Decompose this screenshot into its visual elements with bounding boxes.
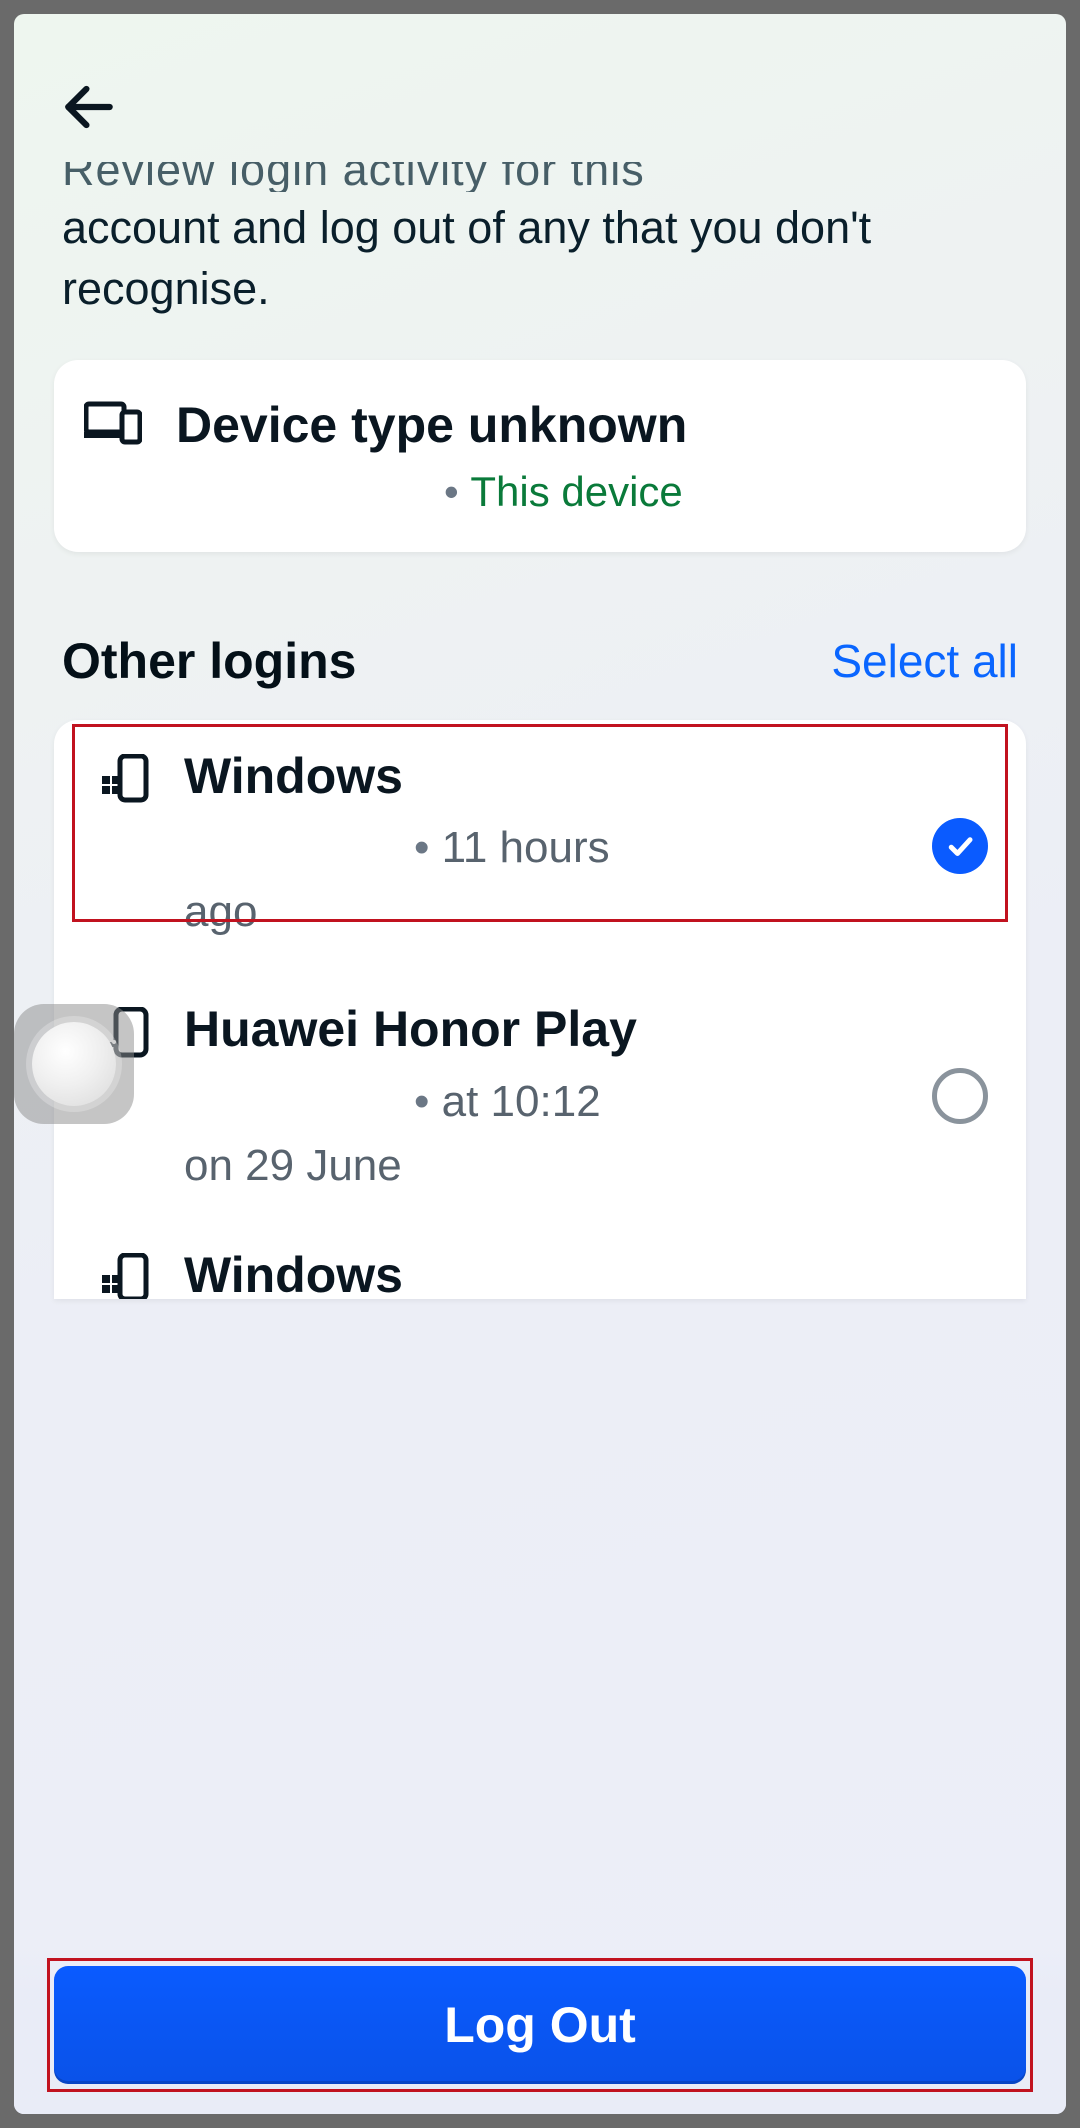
session-checkbox-checked[interactable] [932, 818, 988, 874]
devices-icon [84, 398, 142, 451]
assistive-touch-overlay[interactable] [14, 1004, 134, 1124]
session-meta-ago: ago [184, 887, 896, 937]
sessions-list: Windows • 11 hours ago Huawei Honor Play… [54, 720, 1026, 1299]
back-button[interactable] [58, 72, 128, 142]
session-meta-time: 11 hours [442, 823, 610, 872]
arrow-left-icon [58, 76, 120, 138]
assistive-touch-icon [32, 1022, 116, 1106]
footer-bar: Log Out [14, 1942, 1066, 2114]
windows-device-icon [98, 1253, 150, 1299]
current-device-card[interactable]: Device type unknown • This device [54, 360, 1026, 552]
session-meta-date: on 29 June [184, 1141, 896, 1191]
select-all-link[interactable]: Select all [831, 634, 1018, 688]
session-name: Windows [184, 1247, 896, 1299]
windows-device-icon [98, 754, 150, 811]
session-name: Huawei Honor Play [184, 1001, 896, 1059]
current-device-title: Device type unknown [176, 396, 687, 454]
other-logins-title: Other logins [62, 632, 356, 690]
screen: Review login activity for this account a… [14, 14, 1066, 2114]
log-out-button[interactable]: Log Out [54, 1966, 1026, 2084]
bullet-dot: • [444, 468, 470, 515]
session-meta-time: at 10:12 [442, 1077, 601, 1126]
intro-text: Review login activity for this account a… [14, 162, 1066, 360]
intro-line-cut: Review login activity for this [62, 162, 1018, 192]
this-device-badge: This device [470, 468, 682, 515]
session-row-huawei[interactable]: Huawei Honor Play • at 10:12 on 29 June [54, 973, 1026, 1219]
header [14, 14, 1066, 162]
session-row-windows[interactable]: Windows • 11 hours ago [54, 720, 1026, 974]
check-icon [945, 831, 975, 861]
session-checkbox-unchecked[interactable] [932, 1068, 988, 1124]
session-row-windows-2[interactable]: Windows [54, 1219, 1026, 1299]
session-name: Windows [184, 748, 896, 806]
other-logins-header: Other logins Select all [14, 552, 1066, 720]
intro-line-rest: account and log out of any that you don'… [62, 198, 1018, 320]
